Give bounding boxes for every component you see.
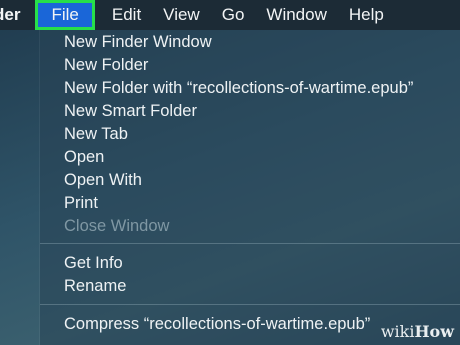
menubar-file[interactable]: File [35, 0, 95, 30]
watermark-wiki: wiki [380, 322, 415, 341]
menubar-view[interactable]: View [152, 0, 211, 30]
menu-item-print[interactable]: Print [64, 194, 98, 213]
menu-item-compress[interactable]: Compress “recollections-of-wartime.epub” [64, 315, 370, 334]
menu-item-new-finder-window[interactable]: New Finder Window [64, 33, 212, 52]
menu-item-new-smart-folder[interactable]: New Smart Folder [64, 102, 197, 121]
file-menu-dropdown: New Finder Window New Folder New Folder … [40, 30, 460, 345]
menu-item-rename[interactable]: Rename [64, 277, 126, 296]
menu-item-new-folder[interactable]: New Folder [64, 56, 148, 75]
wikihow-watermark: wikiHow [381, 322, 454, 341]
menu-item-get-info[interactable]: Get Info [64, 254, 123, 273]
watermark-how: How [414, 322, 454, 341]
menubar-edit[interactable]: Edit [101, 0, 152, 30]
menu-item-new-tab[interactable]: New Tab [64, 125, 128, 144]
menubar-go[interactable]: Go [211, 0, 256, 30]
menu-separator [40, 304, 460, 305]
menubar-app-name[interactable]: der [0, 0, 31, 30]
menu-item-close-window: Close Window [64, 217, 170, 235]
menu-separator [40, 243, 460, 244]
menubar-window[interactable]: Window [255, 0, 337, 30]
menu-item-open[interactable]: Open [64, 148, 104, 167]
menu-item-open-with[interactable]: Open With [64, 171, 142, 190]
menu-item-new-folder-with-selection[interactable]: New Folder with “recollections-of-wartim… [64, 79, 413, 98]
menubar-help[interactable]: Help [338, 0, 395, 30]
menu-bar: der File Edit View Go Window Help [0, 0, 460, 30]
